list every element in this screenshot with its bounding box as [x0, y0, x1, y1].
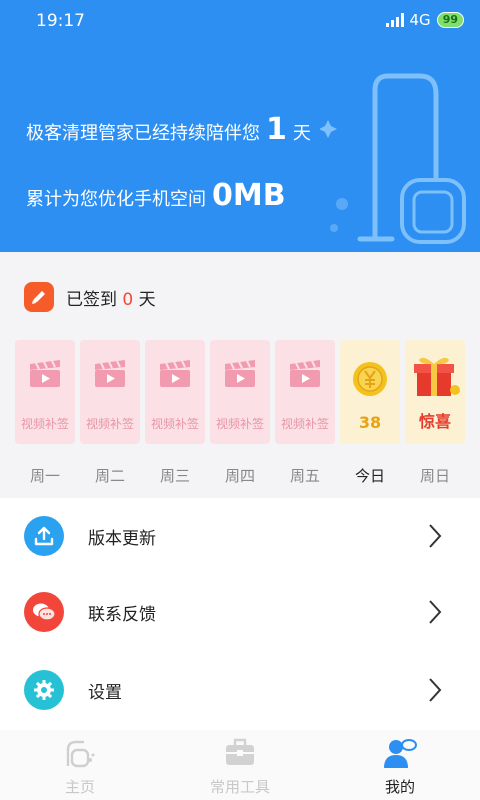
chevron-right-icon	[429, 524, 442, 548]
menu-label: 设置	[88, 682, 122, 703]
makeup-checkin-card[interactable]: 视频补签	[145, 340, 205, 444]
bottom-tab-bar: 主页 常用工具 我的	[0, 730, 480, 800]
battery-icon: 99	[436, 12, 464, 28]
coin-amount: 38	[358, 413, 382, 432]
upload-icon	[24, 516, 64, 556]
menu-item-settings[interactable]: 设置	[0, 652, 480, 728]
tab-tools[interactable]: 常用工具	[160, 730, 320, 800]
checkin-label: 已签到 0 天	[66, 285, 156, 310]
optimized-space-value: 0MB	[212, 178, 286, 213]
pencil-icon	[24, 282, 54, 312]
menu-label: 联系反馈	[88, 604, 156, 625]
weekday-label: 周三	[159, 467, 190, 485]
companion-days-line: 极客清理管家已经持续陪伴您 1 天	[26, 112, 311, 147]
clapperboard-icon	[225, 360, 255, 387]
tab-home[interactable]: 主页	[0, 730, 160, 800]
clapperboard-icon	[95, 360, 125, 387]
checkin-day-list: 视频补签 视频补签 视频补签 视频补签 视频补签 38 惊喜	[15, 340, 465, 444]
vacuum-icon	[66, 740, 95, 768]
day-caption: 视频补签	[20, 417, 69, 431]
weekday-labels: 周一 周二 周三 周四 周五 今日 周日	[15, 465, 465, 486]
coin-icon	[353, 362, 387, 396]
menu-item-feedback[interactable]: 联系反馈	[0, 574, 480, 650]
clapperboard-icon	[30, 360, 60, 387]
clapperboard-icon	[290, 360, 320, 387]
toolbox-icon	[226, 738, 254, 765]
user-icon	[384, 739, 417, 768]
makeup-checkin-card[interactable]: 视频补签	[210, 340, 270, 444]
checkin-label-suffix: 天	[138, 289, 156, 310]
network-type: 4G	[409, 11, 431, 29]
status-bar: 19:17 4G 99	[0, 0, 480, 44]
menu-label: 版本更新	[88, 528, 156, 549]
today-coin-card[interactable]: 38	[340, 340, 400, 444]
makeup-checkin-card[interactable]: 视频补签	[15, 340, 75, 444]
checkin-count: 0	[122, 289, 134, 310]
signal-icon	[385, 13, 404, 27]
vacuum-illustration-icon	[320, 73, 466, 244]
weekday-label: 周日	[419, 467, 450, 485]
day-caption: 视频补签	[85, 417, 134, 431]
makeup-checkin-card[interactable]: 视频补签	[80, 340, 140, 444]
clock: 19:17	[36, 11, 85, 31]
tab-mine[interactable]: 我的	[320, 730, 480, 800]
day-caption: 视频补签	[150, 417, 199, 431]
weekday-label-today: 今日	[354, 467, 385, 485]
settings-menu: 版本更新 联系反馈 设置	[0, 498, 480, 730]
menu-item-version-update[interactable]: 版本更新	[0, 498, 480, 574]
surprise-label: 惊喜	[418, 412, 451, 431]
tab-label: 我的	[384, 778, 415, 796]
makeup-checkin-card[interactable]: 视频补签	[275, 340, 335, 444]
chevron-right-icon	[429, 678, 442, 702]
gear-icon	[24, 670, 64, 710]
tab-label: 常用工具	[209, 778, 270, 796]
weekday-label: 周四	[224, 467, 255, 485]
optimized-space-line: 累计为您优化手机空间 0MB	[26, 178, 286, 213]
day-caption: 视频补签	[280, 417, 329, 431]
day-caption: 视频补签	[215, 417, 264, 431]
companion-days-suffix: 天	[292, 123, 311, 144]
checkin-label-prefix: 已签到	[66, 289, 117, 310]
checkin-header: 已签到 0 天	[24, 282, 156, 312]
chevron-right-icon	[429, 600, 442, 624]
surprise-gift-card[interactable]: 惊喜	[405, 340, 465, 444]
gift-icon	[414, 357, 460, 396]
weekday-label: 周二	[94, 467, 125, 485]
weekday-label: 周一	[29, 467, 60, 485]
weekday-label: 周五	[289, 467, 320, 485]
companion-days-prefix: 极客清理管家已经持续陪伴您	[26, 123, 260, 144]
tab-label: 主页	[64, 778, 95, 796]
companion-days-value: 1	[266, 112, 287, 147]
optimized-space-prefix: 累计为您优化手机空间	[26, 189, 206, 210]
clapperboard-icon	[160, 360, 190, 387]
chat-bubbles-icon	[24, 592, 64, 632]
